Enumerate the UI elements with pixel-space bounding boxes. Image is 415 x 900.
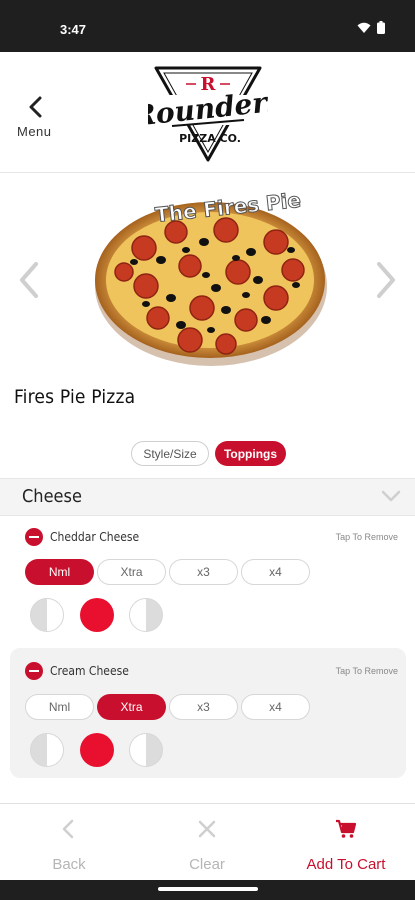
back-label: Back (52, 856, 86, 873)
back-button[interactable]: Back (0, 804, 138, 881)
option-tabs: Style/Size Toppings (131, 441, 286, 466)
quantity-extra[interactable]: Xtra (97, 559, 166, 585)
tab-style-size[interactable]: Style/Size (131, 441, 209, 466)
portion-whole[interactable] (80, 598, 114, 632)
quantity-x3[interactable]: x3 (169, 559, 238, 585)
close-icon (198, 820, 216, 838)
back-to-menu-link[interactable]: Menu (17, 124, 52, 139)
tap-to-remove-hint: Tap To Remove (335, 532, 398, 542)
section-header-cheese[interactable]: Cheese (0, 478, 415, 516)
wifi-icon (357, 22, 371, 33)
portion-right-half[interactable] (129, 598, 163, 632)
portion-right-half[interactable] (129, 733, 163, 767)
section-title: Cheese (22, 486, 82, 507)
battery-icon (377, 21, 385, 34)
system-nav-bar (0, 880, 415, 900)
tab-toppings[interactable]: Toppings (215, 441, 286, 466)
quantity-x4[interactable]: x4 (241, 559, 310, 585)
topping-row-cream-cheese: Cream Cheese Tap To Remove Nml Xtra x3 x… (10, 648, 406, 778)
app-header: Menu R Rounders PIZZA CO. (0, 52, 415, 172)
rounders-logo: R Rounders PIZZA CO. (148, 66, 268, 162)
quantity-extra[interactable]: Xtra (97, 694, 166, 720)
chevron-left-icon[interactable] (25, 96, 47, 118)
chevron-down-icon[interactable] (381, 489, 401, 503)
portion-left-half[interactable] (30, 598, 64, 632)
quantity-normal[interactable]: Nml (25, 694, 94, 720)
quantity-normal[interactable]: Nml (25, 559, 94, 585)
topping-name: Cheddar Cheese (50, 530, 140, 544)
add-to-cart-button[interactable]: Add To Cart (277, 804, 415, 881)
status-time: 3:47 (60, 22, 87, 37)
home-indicator[interactable] (158, 887, 258, 891)
topping-row-cheddar: Cheddar Cheese Tap To Remove Nml Xtra x3… (10, 514, 406, 644)
remove-icon[interactable] (25, 662, 43, 680)
portion-whole[interactable] (80, 733, 114, 767)
pizza-image: The Fires Pie (95, 187, 327, 366)
chevron-left-icon[interactable] (14, 260, 44, 300)
header-divider (0, 172, 415, 173)
add-to-cart-label: Add To Cart (306, 856, 386, 873)
chevron-right-icon[interactable] (371, 260, 401, 300)
portion-left-half[interactable] (30, 733, 64, 767)
cart-icon (336, 819, 357, 838)
tap-to-remove-hint: Tap To Remove (335, 666, 398, 676)
clear-button[interactable]: Clear (138, 804, 276, 881)
bottom-action-bar: Back Clear Add To Cart (0, 803, 415, 881)
topping-name: Cream Cheese (50, 664, 129, 678)
quantity-x4[interactable]: x4 (241, 694, 310, 720)
remove-icon[interactable] (25, 528, 43, 546)
product-image-carousel[interactable]: The Fires Pie (0, 180, 415, 380)
quantity-x3[interactable]: x3 (169, 694, 238, 720)
chevron-left-icon (62, 819, 74, 839)
status-bar: 3:47 (0, 0, 415, 52)
clear-label: Clear (189, 856, 225, 873)
product-name: Fires Pie Pizza (14, 386, 136, 408)
svg-text:PIZZA CO.: PIZZA CO. (179, 132, 241, 145)
